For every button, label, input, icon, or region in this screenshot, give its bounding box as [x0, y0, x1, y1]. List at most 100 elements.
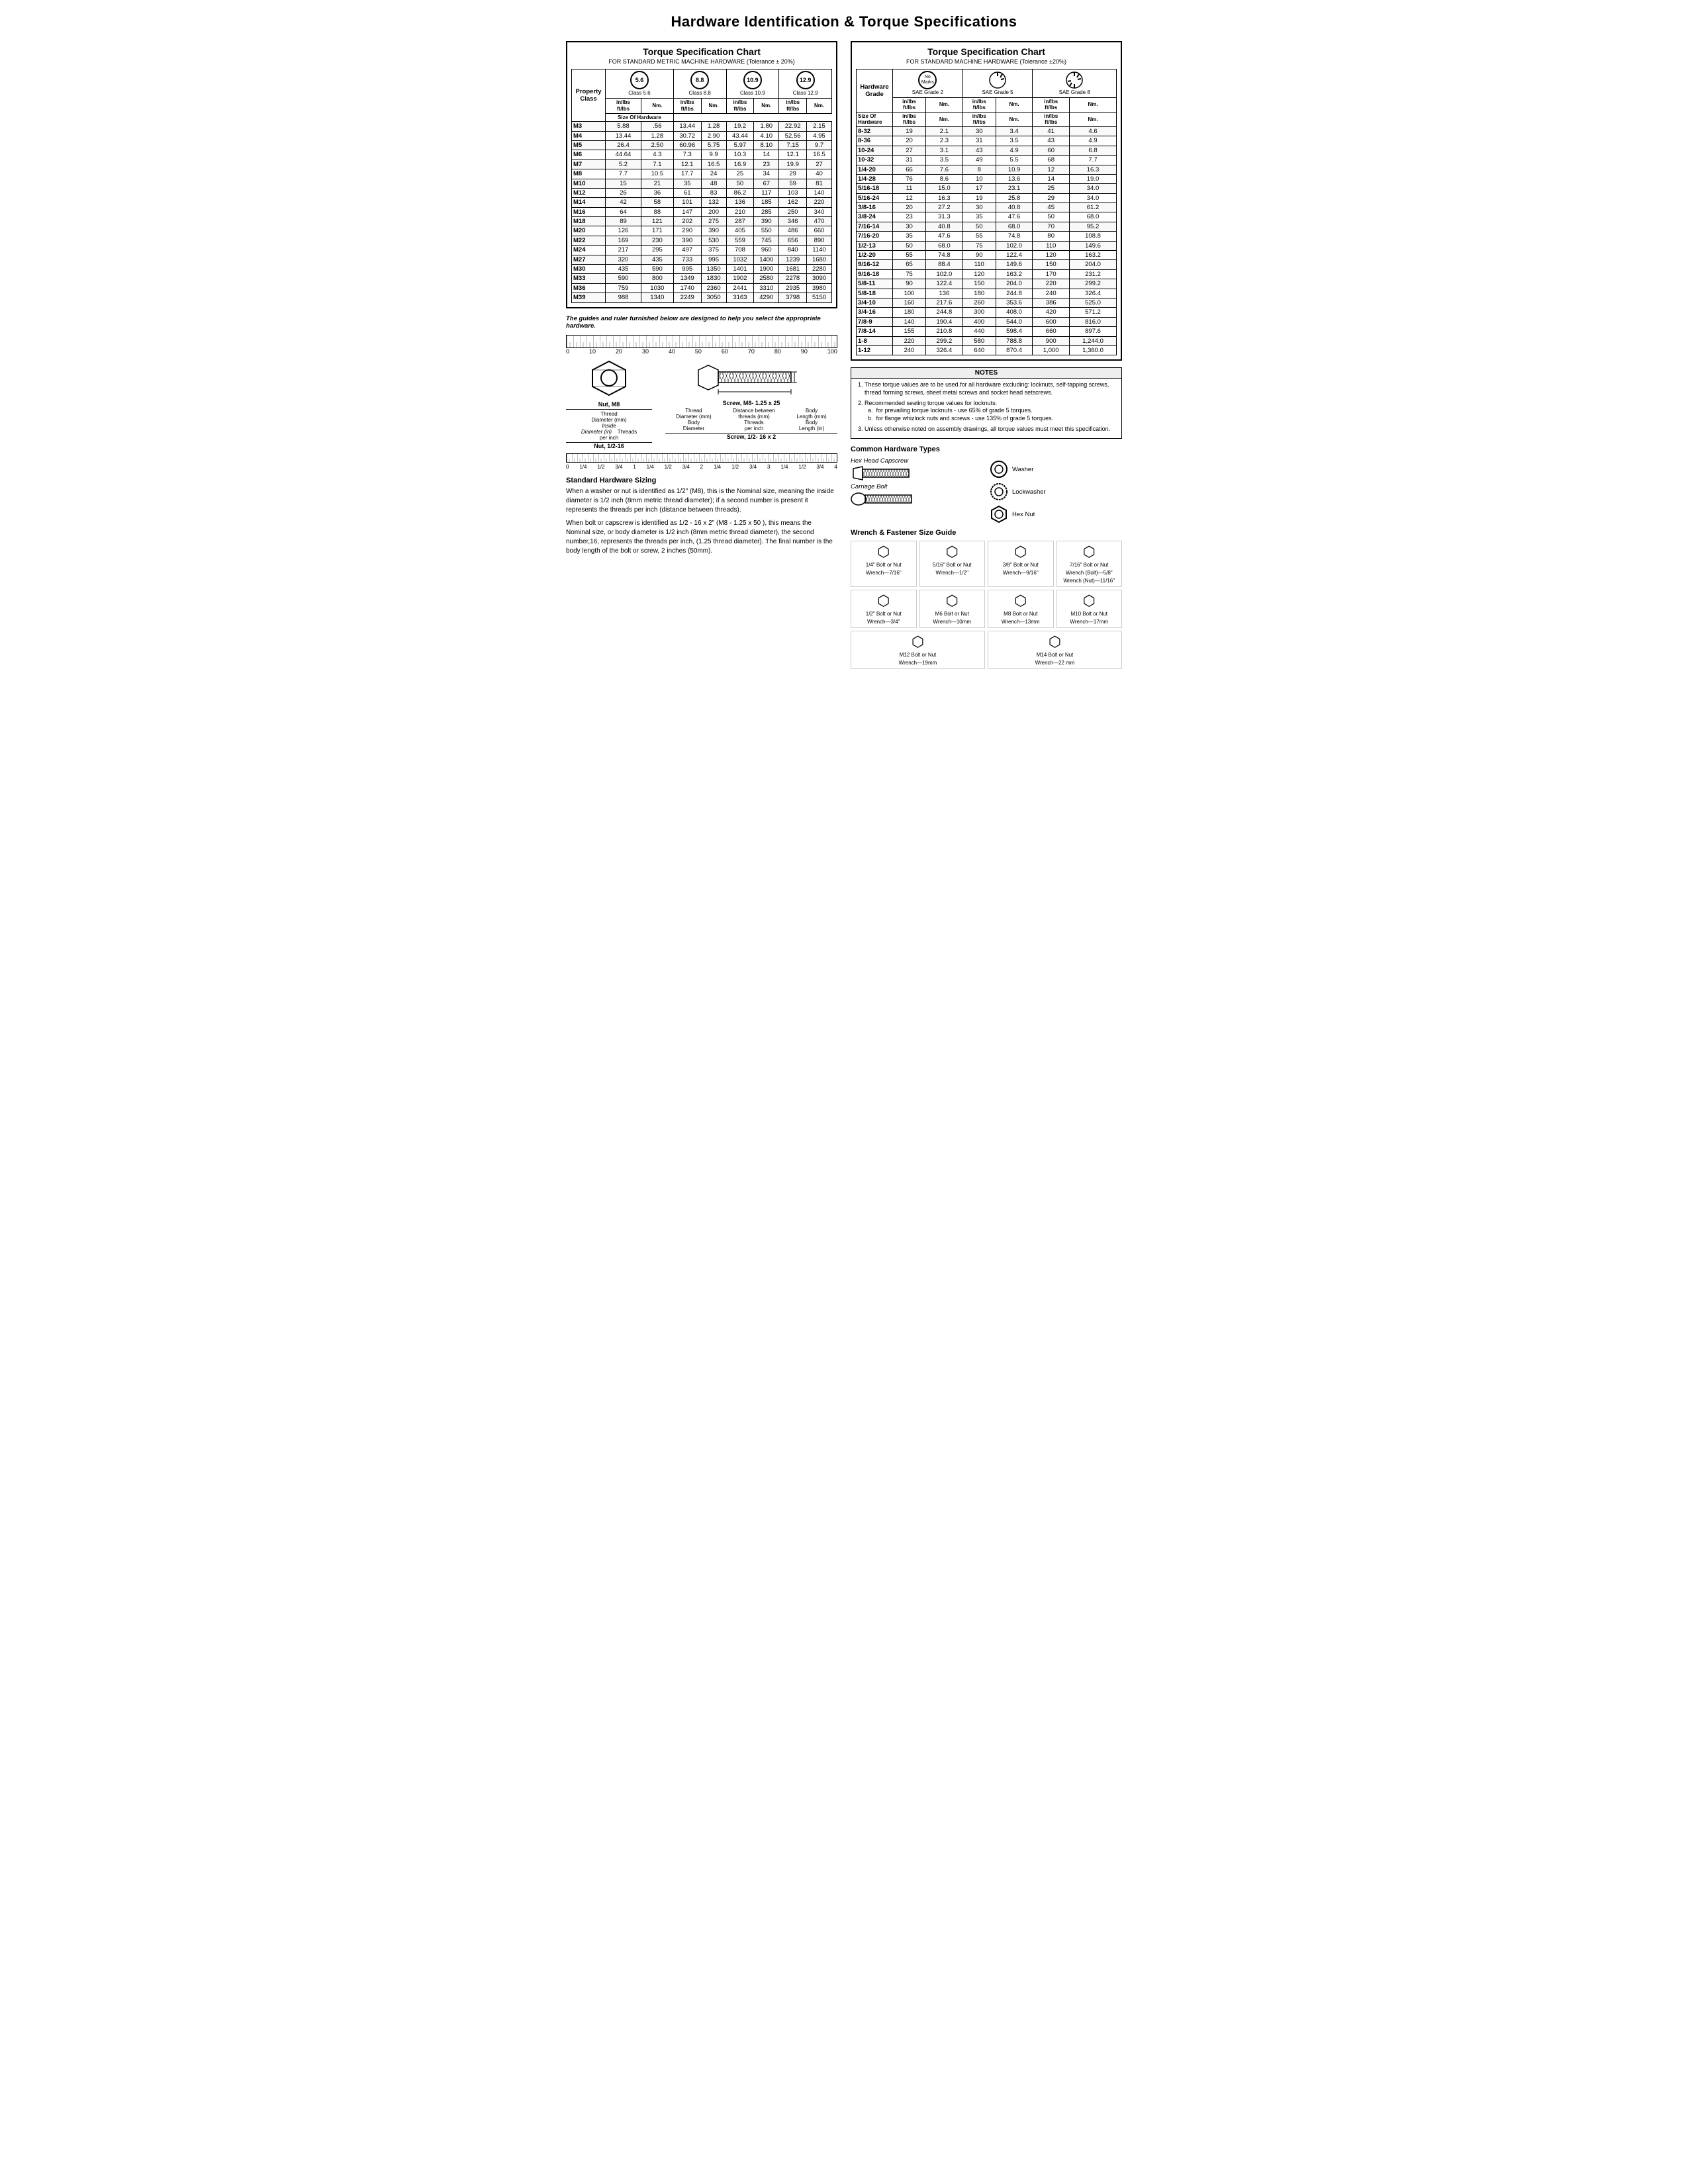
right-table-row: 5/8-1190122.4150204.0220299.2	[857, 279, 1117, 289]
col-56-inlbs: in/lbsft/lbs	[606, 99, 641, 113]
common-hardware-section: Common Hardware Types Hex Head Capscrew	[851, 445, 1122, 669]
grade-5-icon	[988, 71, 1007, 89]
note-2: Recommended seating torque values for lo…	[865, 400, 1117, 423]
right-table-row: 1/2-135068.075102.0110149.6	[857, 241, 1117, 250]
hex-nut-label: Hex Nut	[1012, 511, 1035, 518]
right-table-row: 3/8-242331.33547.65068.0	[857, 212, 1117, 222]
right-table-row: 7/16-143040.85068.07095.2	[857, 222, 1117, 231]
std-hw-text1: When a washer or nut is identified as 1/…	[566, 487, 837, 515]
lockwasher-item: Lockwasher	[990, 482, 1122, 501]
notes-title: NOTES	[851, 367, 1122, 379]
wrench-item-0: ⬡ 1/4" Bolt or Nut Wrench—7/16"	[851, 541, 917, 587]
right-col-g8-nm: Nm.	[1070, 97, 1117, 112]
left-table-row: M1889121202275287390346470	[572, 217, 832, 226]
std-hw-title: Standard Hardware Sizing	[566, 477, 837, 484]
right-table-row: 8-32192.1303.4414.6	[857, 126, 1117, 136]
left-table-row: M526.42.5060.965.755.978.107.159.7	[572, 140, 832, 150]
left-table-row: M87.710.517.72425342940	[572, 169, 832, 179]
left-table-row: M22169230390530559745656890	[572, 236, 832, 245]
right-table-row: 1/4-20667.6810.91216.3	[857, 165, 1117, 174]
left-table-row: M3043559099513501401190016812280	[572, 265, 832, 274]
carriage-bolt-diagram	[851, 492, 983, 506]
right-table-row: 9/16-1875102.0120163.2170231.2	[857, 269, 1117, 279]
left-chart-subtitle: FOR STANDARD METRIC MACHINE HARDWARE (To…	[571, 58, 832, 65]
notes-list: These torque values are to be used for a…	[851, 379, 1122, 439]
second-ruler	[566, 453, 837, 463]
ruler-section: 0102030405060708090100	[566, 335, 837, 355]
left-table-row: M242172954973757089608401140	[572, 246, 832, 255]
col-88-inlbs: in/lbsft/lbs	[673, 99, 701, 113]
right-size-g8-nm: Nm.	[1070, 112, 1117, 126]
right-size-g8-inlbs: in/lbsft/lbs	[1033, 112, 1070, 126]
right-chart-title: Torque Specification Chart	[856, 46, 1117, 57]
size-of-hardware-left: Size Of Hardware	[606, 113, 674, 122]
left-table-row: M166488147200210285250340	[572, 207, 832, 216]
common-hw-title: Common Hardware Types	[851, 445, 1122, 453]
wrench-item-9: ⬡ M14 Bolt or Nut Wrench—22 mm	[988, 631, 1122, 669]
class-109-label: Class 10.9	[740, 90, 765, 96]
right-table-row: 3/4-16180244.8300408.0420571.2	[857, 308, 1117, 317]
thread-diameter-label: ThreadDiameter (mm) InsideDiameter (in) …	[566, 409, 652, 441]
left-table-row: M367591030174023602441331029353980	[572, 283, 832, 293]
col-129-nm: Nm.	[807, 99, 832, 113]
note-3: Unless otherwise noted on assembly drawi…	[865, 426, 1117, 433]
left-torque-table: PropertyClass 5.6 Class 5.6 8.8 Class 8.…	[571, 69, 832, 303]
grade-8-icon	[1065, 71, 1084, 89]
right-table-row: 8-36202.3313.5434.9	[857, 136, 1117, 146]
wrench-item-7: ⬡ M10 Bolt or Nut Wrench—17mm	[1056, 590, 1123, 628]
wrench-item-4: ⬡ 1/2" Bolt or Nut Wrench—3/4"	[851, 590, 917, 628]
nut-diagram	[589, 360, 629, 396]
col-88-nm: Nm.	[701, 99, 726, 113]
right-table-row: 3/4-10160217.6260353.6386525.0	[857, 298, 1117, 308]
wrench-item-5: ⬡ M6 Bolt or Nut Wrench—10mm	[919, 590, 986, 628]
grade-2-label: SAE Grade 2	[912, 89, 943, 96]
wrench-item-3: ⬡ 7/16" Bolt or Nut Wrench (Bolt)—5/8" W…	[1056, 541, 1123, 587]
washer-label: Washer	[1012, 466, 1033, 473]
ruler-numbers: 0102030405060708090100	[566, 348, 837, 355]
right-table-row: 3/8-162027.23040.84561.2	[857, 203, 1117, 212]
right-size-inlbs: in/lbsft/lbs	[893, 112, 926, 126]
col-56-nm: Nm.	[641, 99, 673, 113]
right-col-g2-nm: Nm.	[926, 97, 963, 112]
std-hw-text2: When bolt or capscrew is identified as 1…	[566, 519, 837, 556]
hw-grade-header: HardwareGrade	[857, 69, 893, 113]
hex-head-label: Hex Head Capscrew	[851, 457, 983, 465]
right-size-nm: Nm.	[926, 112, 963, 126]
class-129-label: Class 12.9	[793, 90, 818, 96]
size-of-hardware-right: Size OfHardware	[857, 112, 893, 126]
left-table-row: M20126171290390405550486660	[572, 226, 832, 236]
right-table-row: 7/16-203547.65574.880108.8	[857, 232, 1117, 241]
nut-m8-title: Nut, M8	[566, 401, 652, 408]
left-table-row: M35.88.5613.441.2819.21.8022.922.15	[572, 122, 832, 131]
left-table-row: M122636618386.2117103140	[572, 188, 832, 197]
right-table-row: 9/16-126588.4110149.6150204.0	[857, 260, 1117, 269]
right-size-g5-inlbs: in/lbsft/lbs	[962, 112, 996, 126]
class-88-label: Class 8.8	[689, 90, 711, 96]
washer-item: Washer	[990, 460, 1122, 478]
col-109-inlbs: in/lbsft/lbs	[726, 99, 754, 113]
wrench-item-1: ⬡ 5/16" Bolt or Nut Wrench—1/2"	[919, 541, 986, 587]
lockwasher-label: Lockwasher	[1012, 488, 1046, 496]
class-56-label: Class 5.6	[628, 90, 650, 96]
wrench-guide-title: Wrench & Fastener Size Guide	[851, 529, 1122, 537]
right-table-row: 1/4-28768.61013.61419.0	[857, 174, 1117, 183]
class-109-icon: 10.9	[743, 71, 762, 89]
right-col-g8-inlbs: in/lbsft/lbs	[1033, 97, 1070, 112]
left-table-row: M399881340224930503163429037985150	[572, 293, 832, 302]
screw-title: Screw, M8- 1.25 x 25	[665, 400, 837, 406]
hardware-types-grid: Hex Head Capscrew	[851, 457, 1122, 523]
carriage-bolt-label: Carriage Bolt	[851, 483, 983, 490]
right-table-row: 7/8-9140190.4400544.0600816.0	[857, 317, 1117, 326]
right-col-g2-inlbs: in/lbsft/lbs	[893, 97, 926, 112]
wrench-item-6: ⬡ M8 Bolt or Nut Wrench—13mm	[988, 590, 1054, 628]
class-129-icon: 12.9	[796, 71, 815, 89]
grade-5-label: SAE Grade 5	[982, 89, 1013, 96]
screw-label2: Screw, 1/2- 16 x 2	[665, 433, 837, 440]
right-table-row: 1-8220299.2580788.89001,244.0	[857, 336, 1117, 345]
hex-head-diagram	[851, 466, 983, 480]
left-table-row: M413.441.2830.722.9043.444.1052.564.95	[572, 131, 832, 140]
hex-nut-item: Hex Nut	[990, 505, 1122, 523]
grade-2-icon: NoMarks	[918, 71, 937, 89]
col-109-nm: Nm.	[754, 99, 779, 113]
left-table-row: M75.27.112.116.516.92319.927	[572, 159, 832, 169]
